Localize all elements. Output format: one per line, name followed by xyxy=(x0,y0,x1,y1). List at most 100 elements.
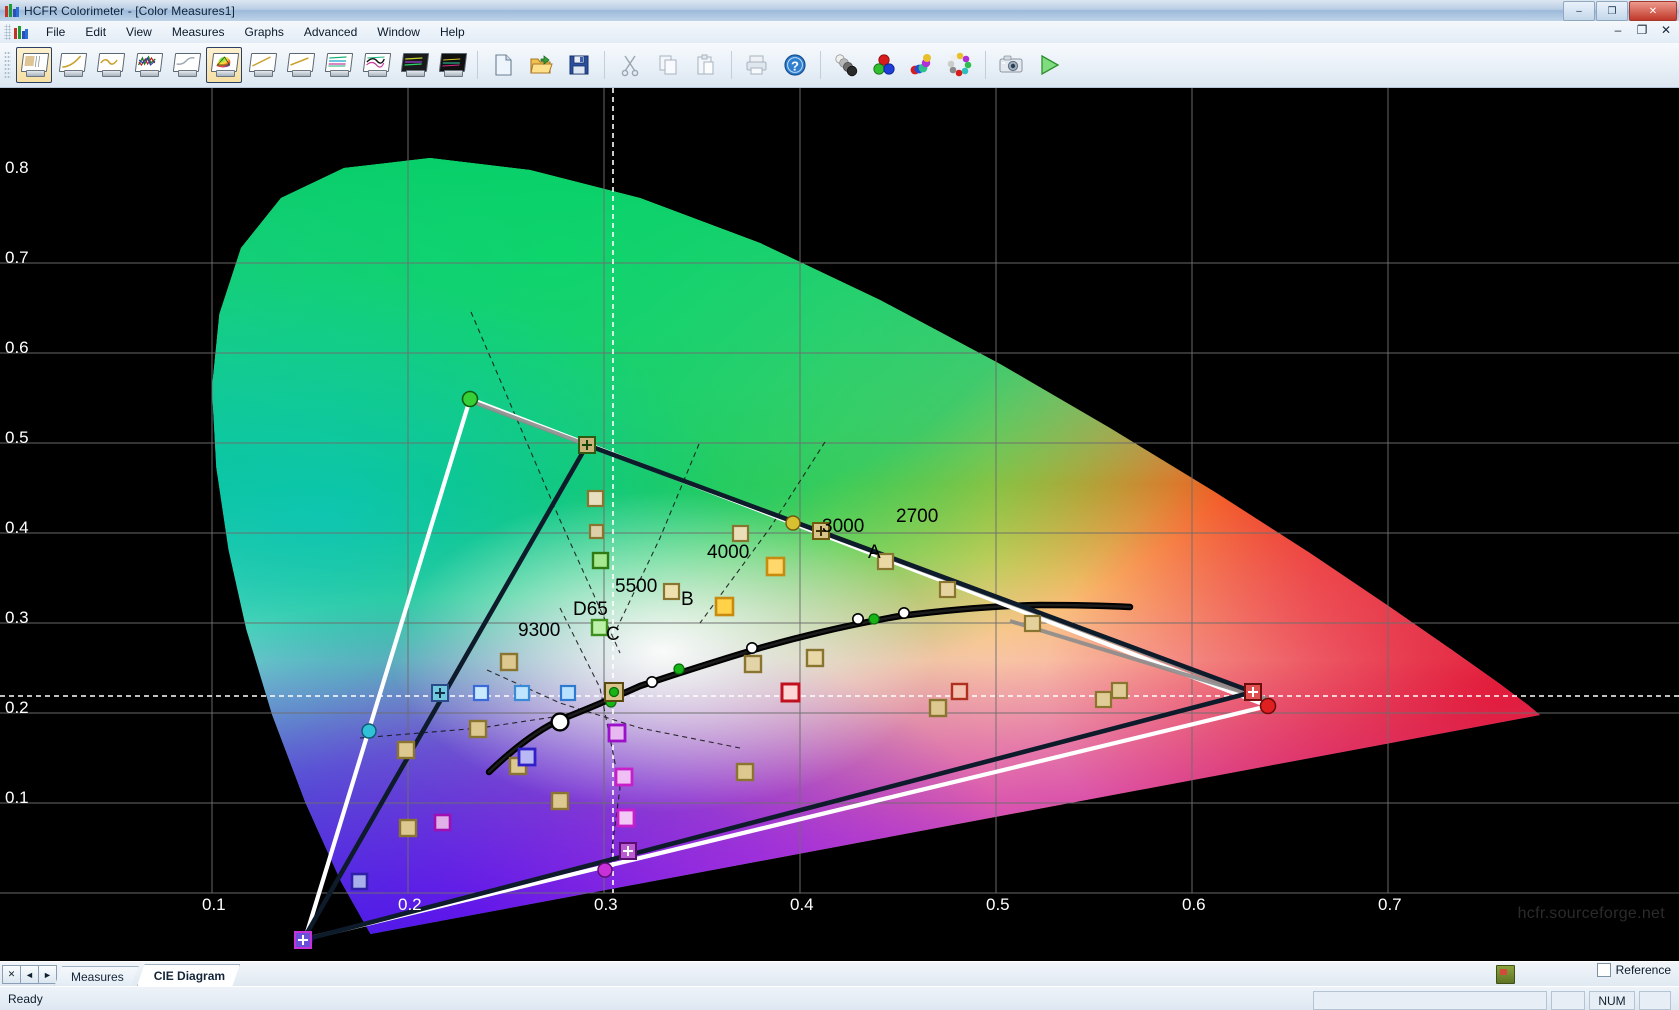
floppy-icon xyxy=(566,52,592,78)
mdi-minimize-button[interactable]: – xyxy=(1611,23,1625,37)
color-temp-view-button[interactable] xyxy=(168,47,204,83)
monitor-multiline-icon xyxy=(325,53,352,77)
hcfr-bars-icon xyxy=(5,4,19,17)
grayscale-balls-icon xyxy=(833,52,859,78)
free-measures-view-button[interactable] xyxy=(434,47,470,83)
label-illuminant-b: B xyxy=(681,589,694,610)
monitor-line-icon xyxy=(249,53,276,77)
satlum-view-button[interactable] xyxy=(358,47,394,83)
reference-checkbox[interactable] xyxy=(1597,963,1611,977)
hcfr-bars-icon xyxy=(14,26,28,39)
menu-grip-handle[interactable] xyxy=(4,24,11,40)
rgb-tracking-view-button[interactable] xyxy=(320,47,356,83)
reference-label: Reference xyxy=(1616,963,1671,977)
main-toolbar: ? xyxy=(0,43,1679,88)
cie-diagram-plot[interactable]: 2700 3000 4000 5500 9300 A B C D65 0.8 0… xyxy=(0,88,1679,961)
xtick-0.7: 0.7 xyxy=(1378,895,1402,914)
cie-diagram-view-button[interactable] xyxy=(206,47,242,83)
monitor-grid-icon xyxy=(21,53,48,77)
tab-prev-button[interactable]: ◄ xyxy=(20,965,39,984)
menu-item-window[interactable]: Window xyxy=(367,22,430,42)
tab-next-button[interactable]: ► xyxy=(38,965,57,984)
ytick-0.5: 0.5 xyxy=(5,428,29,447)
spectrum-view-button[interactable] xyxy=(396,47,432,83)
measures-grid-view-button[interactable] xyxy=(16,47,52,83)
open-document-button[interactable] xyxy=(523,47,559,83)
menu-item-graphs[interactable]: Graphs xyxy=(235,22,294,42)
xtick-0.2: 0.2 xyxy=(398,895,422,914)
menu-item-measures[interactable]: Measures xyxy=(162,22,235,42)
ytick-0.4: 0.4 xyxy=(5,518,29,537)
maximize-button[interactable]: ❐ xyxy=(1596,1,1628,21)
ytick-0.7: 0.7 xyxy=(5,248,29,267)
folder-icon xyxy=(528,52,554,78)
label-illuminant-c: C xyxy=(606,624,620,645)
mdi-restore-button[interactable]: ❐ xyxy=(1635,23,1649,37)
ytick-0.8: 0.8 xyxy=(5,158,29,177)
xtick-0.1: 0.1 xyxy=(202,895,226,914)
menu-item-file[interactable]: File xyxy=(36,22,75,42)
close-button[interactable]: ✕ xyxy=(1629,1,1677,21)
page-icon xyxy=(490,52,516,78)
near-black-view-button[interactable] xyxy=(244,47,280,83)
full-measure-button[interactable] xyxy=(942,47,978,83)
near-white-view-button[interactable] xyxy=(282,47,318,83)
toolbar-separator xyxy=(477,51,478,79)
screen-capture-button[interactable] xyxy=(993,47,1029,83)
clipboard-icon xyxy=(693,52,719,78)
gamma-graph-view-button[interactable] xyxy=(92,47,128,83)
mdi-close-button[interactable]: ✕ xyxy=(1659,23,1673,37)
xtick-0.6: 0.6 xyxy=(1182,895,1206,914)
toolbar-separator xyxy=(985,51,986,79)
new-document-button[interactable] xyxy=(485,47,521,83)
run-measures-button[interactable] xyxy=(1031,47,1067,83)
sensor-icon[interactable] xyxy=(1496,965,1515,984)
scissors-icon xyxy=(617,52,643,78)
label-9300: 9300 xyxy=(518,620,560,641)
label-illuminant-a: A xyxy=(868,542,881,563)
num-lock-indicator: NUM xyxy=(1589,991,1635,1010)
ytick-0.6: 0.6 xyxy=(5,338,29,357)
monitor-cie-icon xyxy=(211,53,238,77)
paste-button[interactable] xyxy=(688,47,724,83)
copy-button[interactable] xyxy=(650,47,686,83)
tab-nav-buttons: ✕ ◄ ► xyxy=(2,965,56,984)
window-title: HCFR Colorimeter - [Color Measures1] xyxy=(24,4,235,18)
camera-icon xyxy=(998,52,1024,78)
status-panel-3 xyxy=(1639,991,1671,1010)
menu-item-help[interactable]: Help xyxy=(430,22,475,42)
status-message: Ready xyxy=(8,992,43,1006)
luminance-graph-view-button[interactable] xyxy=(54,47,90,83)
menu-item-edit[interactable]: Edit xyxy=(75,22,116,42)
status-panel-1 xyxy=(1313,991,1547,1010)
toolbar-grip-handle[interactable] xyxy=(4,51,11,79)
window-controls: – ❐ ✕ xyxy=(1563,1,1677,21)
print-button[interactable] xyxy=(739,47,775,83)
rgb-levels-view-button[interactable] xyxy=(130,47,166,83)
monitor-dark-icon xyxy=(439,53,466,77)
tab-cie-diagram[interactable]: CIE Diagram xyxy=(137,964,240,987)
menu-item-view[interactable]: View xyxy=(116,22,162,42)
tab-measures[interactable]: Measures xyxy=(54,966,139,987)
saturation-balls-icon xyxy=(909,52,935,78)
menu-item-advanced[interactable]: Advanced xyxy=(294,22,367,42)
grayscale-measure-button[interactable] xyxy=(828,47,864,83)
status-bar: Ready Reference NUM xyxy=(0,986,1679,1010)
monitor-wave-icon xyxy=(97,53,124,77)
tab-close-button[interactable]: ✕ xyxy=(2,965,21,984)
watermark-text: hcfr.sourceforge.net xyxy=(1518,905,1665,923)
primaries-measure-button[interactable] xyxy=(866,47,902,83)
ytick-0.1: 0.1 xyxy=(5,788,29,807)
hcfr-main-window: HCFR Colorimeter - [Color Measures1] – ❐… xyxy=(0,0,1679,1010)
save-document-button[interactable] xyxy=(561,47,597,83)
minimize-button[interactable]: – xyxy=(1563,1,1595,21)
help-button[interactable]: ? xyxy=(777,47,813,83)
saturations-measure-button[interactable] xyxy=(904,47,940,83)
view-tab-bar: ✕ ◄ ► Measures CIE Diagram xyxy=(0,961,1679,987)
status-panel-2 xyxy=(1551,991,1585,1010)
cut-button[interactable] xyxy=(612,47,648,83)
copy-pages-icon xyxy=(655,52,681,78)
monitor-rgb-peaks-icon xyxy=(135,53,162,77)
monitor-line2-icon xyxy=(287,53,314,77)
xtick-0.3: 0.3 xyxy=(594,895,618,914)
